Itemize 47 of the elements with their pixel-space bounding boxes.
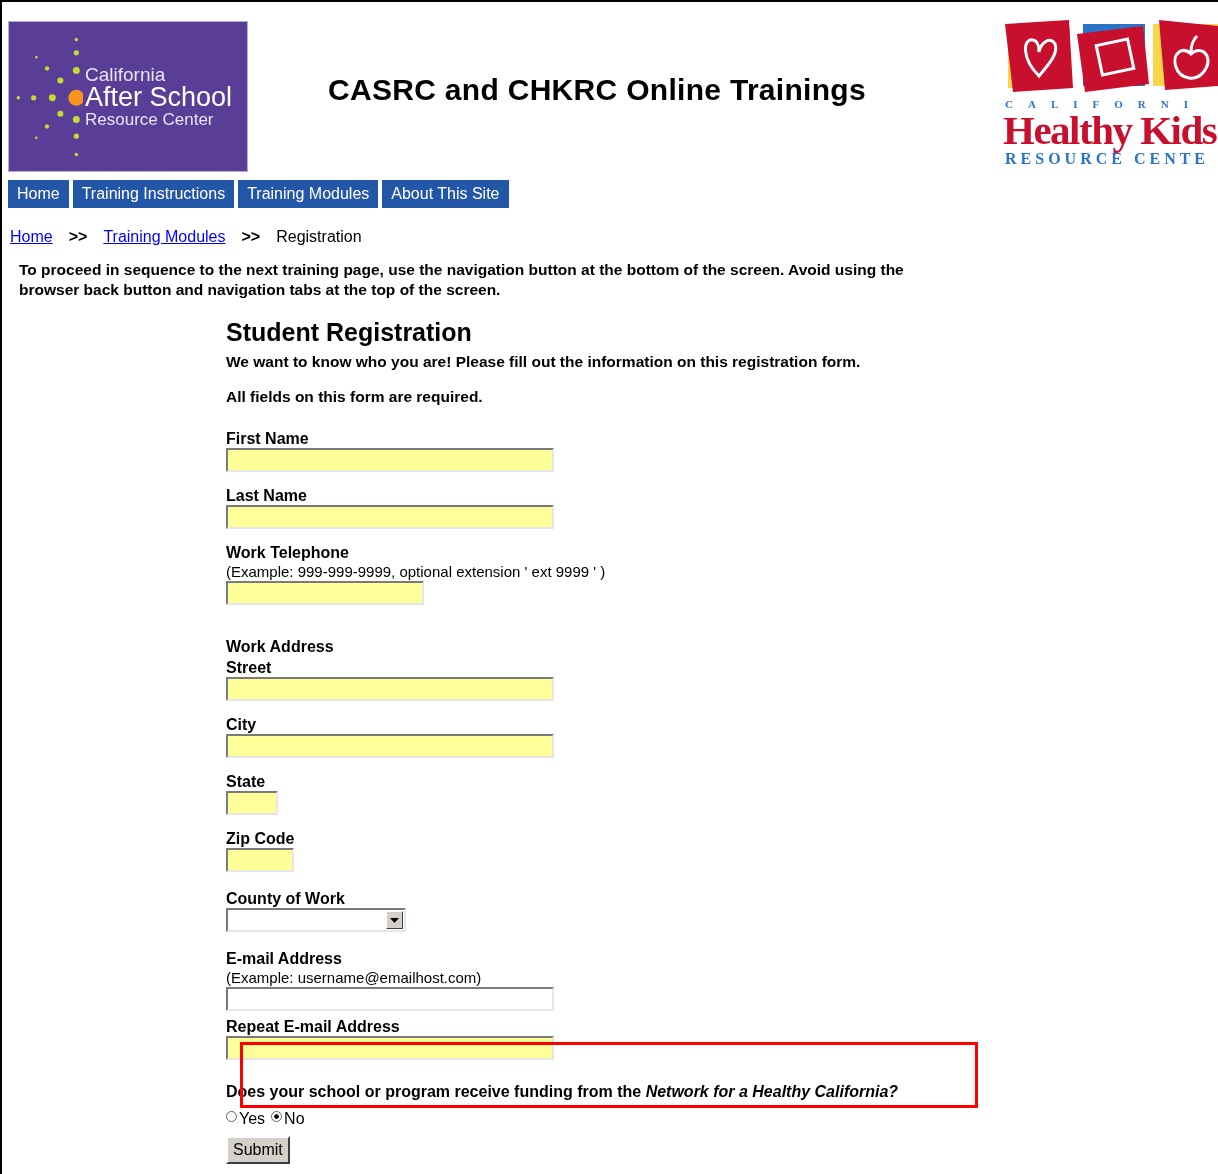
- heart-book-apple-icon: [1003, 17, 1218, 93]
- nav-tab[interactable]: Training Modules: [238, 180, 379, 208]
- input-field[interactable]: [226, 505, 554, 529]
- nav-tab[interactable]: Home: [8, 180, 69, 208]
- logo-text: CALIFORNI: [1005, 98, 1203, 110]
- logo-text: Resource Center: [85, 111, 215, 128]
- field-label: Last Name: [226, 487, 307, 505]
- field-label: City: [226, 716, 257, 734]
- nav-tab[interactable]: About This Site: [382, 180, 509, 208]
- radio-button[interactable]: [271, 1110, 283, 1122]
- input-field[interactable]: [226, 791, 278, 815]
- field-label: Work Telephone: [226, 544, 349, 562]
- input-field[interactable]: [226, 734, 554, 758]
- field-label: First Name: [226, 430, 309, 448]
- breadcrumb-link[interactable]: Home: [10, 228, 53, 246]
- field-label: Zip Code: [226, 830, 295, 848]
- input-field[interactable]: [226, 448, 554, 472]
- logo-text: California: [85, 65, 167, 84]
- field-label: State: [226, 773, 266, 791]
- section-label: Work Address: [226, 638, 334, 656]
- required-note: All fields on this form are required.: [226, 388, 483, 406]
- notice-text: To proceed in sequence to the next training page, use the navigation button at the bottom of the screen. Avoid using the browser back button and navigation tabs at the top of the screen.: [19, 260, 904, 300]
- logo-text: After School: [85, 84, 233, 111]
- logo-text: Healthy Kids: [1003, 109, 1217, 151]
- input-field[interactable]: [226, 848, 294, 872]
- submit-button[interactable]: Submit: [226, 1136, 290, 1164]
- field-label: County of Work: [226, 890, 345, 908]
- field-hint: (Example: username@emailhost.com): [226, 968, 482, 987]
- input-field[interactable]: [226, 987, 554, 1011]
- input-field[interactable]: [226, 677, 554, 701]
- input-field[interactable]: [226, 581, 424, 605]
- field-label: E-mail Address: [226, 950, 342, 968]
- field-hint: (Example: 999-999-9999, optional extension ' ext 9999 ' ): [226, 562, 606, 581]
- breadcrumb-separator: >>: [241, 228, 261, 246]
- breadcrumb-link[interactable]: Training Modules: [103, 228, 226, 246]
- dropdown[interactable]: [226, 908, 406, 932]
- field-label: Street: [226, 659, 272, 677]
- radio-label: No: [284, 1110, 305, 1128]
- breadcrumb-current: Registration: [276, 228, 362, 246]
- radio-label: Yes: [239, 1110, 266, 1128]
- field-label: Repeat E-mail Address: [226, 1018, 400, 1036]
- intro-text: We want to know who you are! Please fill out the information on this registration form.: [226, 353, 861, 371]
- breadcrumb-separator: >>: [68, 228, 88, 246]
- form-title: Student Registration: [226, 318, 472, 347]
- page-title: CASRC and CHKRC Online Trainings: [328, 73, 867, 107]
- radio-button[interactable]: [226, 1110, 237, 1122]
- nav-tab[interactable]: Training Instructions: [72, 180, 235, 208]
